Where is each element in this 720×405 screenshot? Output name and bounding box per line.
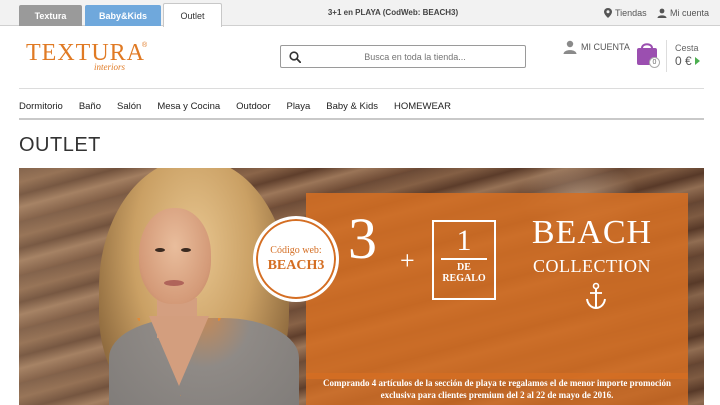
cart-divider: [666, 40, 667, 72]
mi-cuenta-label: Mi cuenta: [670, 8, 710, 18]
nav-item-playa[interactable]: Playa: [286, 101, 310, 112]
account-button[interactable]: MI CUENTA: [563, 40, 630, 54]
user-icon: [657, 8, 667, 18]
cart-total[interactable]: 0 €: [675, 54, 700, 68]
tab-outlet[interactable]: Outlet: [163, 3, 222, 27]
model-lips: [164, 280, 184, 286]
header-divider: [19, 88, 704, 89]
cart-label: Cesta: [675, 43, 699, 53]
nav-item-dormitorio[interactable]: Dormitorio: [19, 101, 63, 112]
main-nav: Dormitorio Baño Salón Mesa y Cocina Outd…: [19, 96, 467, 116]
tiendas-link[interactable]: Tiendas: [604, 8, 647, 18]
model-face: [139, 208, 211, 304]
search-input[interactable]: [309, 48, 521, 65]
top-bar: Textura Baby&Kids Outlet 3+1 en PLAYA (C…: [0, 0, 720, 27]
gift-divider: [441, 258, 487, 260]
user-icon: [563, 40, 577, 54]
promo-message: 3+1 en PLAYA (CodWeb: BEACH3): [327, 8, 459, 17]
promo-description: Comprando 4 artículos de la sección de p…: [323, 378, 671, 400]
cart-button[interactable]: 0: [636, 40, 662, 68]
promo-code-value: BEACH3: [267, 257, 325, 273]
gift-number: 1: [456, 224, 472, 257]
mi-cuenta-link[interactable]: Mi cuenta: [657, 8, 709, 18]
beach-title: BEACH: [531, 214, 653, 251]
model-eye-left: [155, 248, 165, 252]
account-label: MI CUENTA: [581, 42, 630, 52]
promo-code-badge: Código web: BEACH3: [253, 216, 339, 302]
tiendas-label: Tiendas: [615, 8, 647, 18]
logo-registered-mark: ®: [142, 42, 148, 49]
nav-item-bano[interactable]: Baño: [79, 101, 101, 112]
cart-count-badge: 0: [649, 57, 660, 68]
search-icon[interactable]: [289, 51, 301, 63]
nav-item-salon[interactable]: Salón: [117, 101, 141, 112]
tab-baby-kids[interactable]: Baby&Kids: [85, 5, 161, 26]
page-title: OUTLET: [19, 134, 101, 156]
logo-subtitle: interiors: [94, 62, 126, 72]
search-box: [280, 45, 526, 68]
logo-wordmark: TEXTURA: [26, 40, 145, 66]
model-eye-right: [181, 248, 191, 252]
nav-item-baby-kids[interactable]: Baby & Kids: [326, 101, 378, 112]
gift-de-label: DE: [457, 262, 471, 273]
arrow-right-icon: [694, 57, 700, 65]
nav-divider: [19, 118, 704, 120]
gift-regalo-label: REGALO: [442, 273, 486, 284]
anchor-icon: [586, 282, 606, 310]
textura-logo[interactable]: TEXTURA ® interiors: [26, 40, 151, 74]
collection-title: COLLECTION: [533, 256, 651, 276]
nav-item-outdoor[interactable]: Outdoor: [236, 101, 270, 112]
cart-amount: 0 €: [675, 54, 692, 68]
beach-collection-banner[interactable]: Código web: BEACH3 3 + 1 DE REGALO BEACH…: [19, 168, 704, 405]
promo-code-label: Código web:: [270, 244, 322, 256]
nav-item-mesa-y-cocina[interactable]: Mesa y Cocina: [157, 101, 220, 112]
nav-item-homewear[interactable]: HOMEWEAR: [394, 101, 451, 112]
offer-plus-sign: +: [400, 246, 415, 275]
offer-big-number: 3: [348, 206, 377, 271]
map-pin-icon: [604, 8, 612, 18]
gift-box: 1 DE REGALO: [432, 220, 496, 300]
tab-textura[interactable]: Textura: [19, 5, 82, 26]
